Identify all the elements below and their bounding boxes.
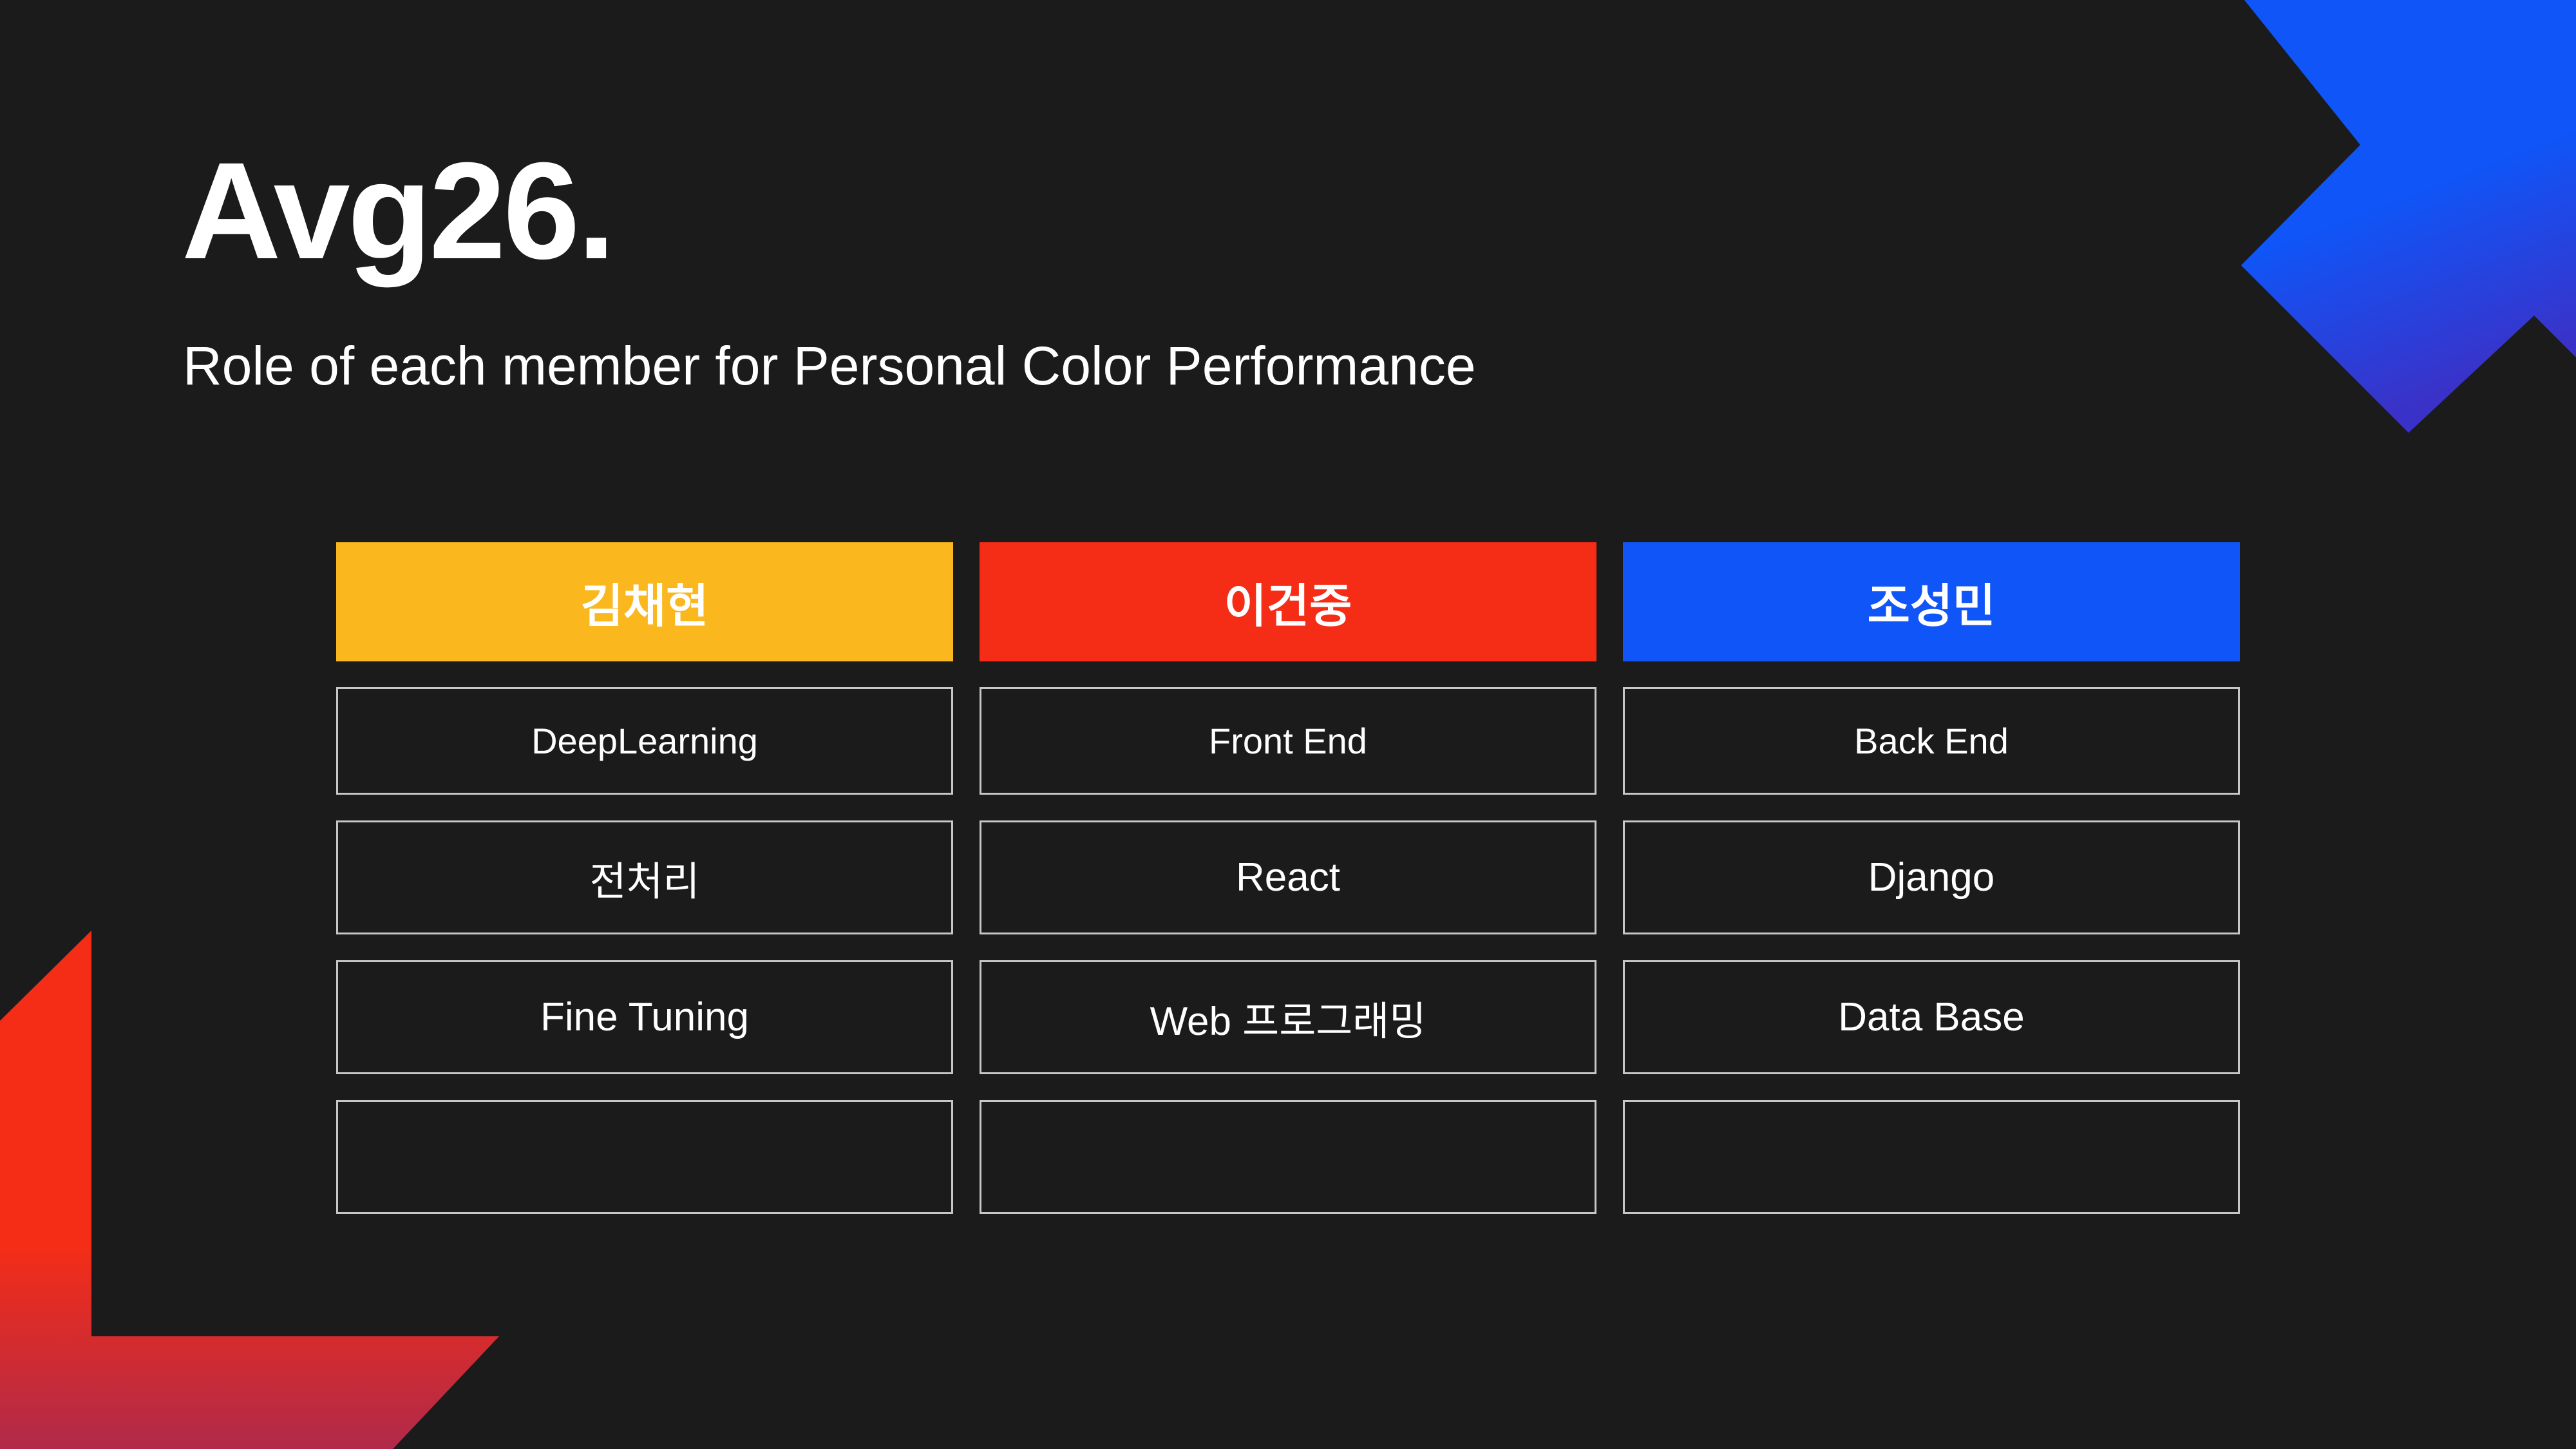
slide-subtitle: Role of each member for Personal Color P… [183, 336, 1476, 396]
member-header-lee: 이건중 [980, 542, 1596, 661]
role-cell: Data Base [1623, 960, 2240, 1074]
roles-table: 김채현 DeepLearning 전처리 Fine Tuning 이건중 Fro… [336, 542, 2240, 1214]
role-cell: DeepLearning [336, 687, 953, 795]
role-cell: React [980, 820, 1596, 934]
member-column-lee: 이건중 Front End React Web 프로그래밍 [980, 542, 1596, 1214]
slide-title: Avg26. [182, 134, 616, 288]
role-cell-empty [336, 1100, 953, 1214]
role-cell-empty [1623, 1100, 2240, 1214]
member-column-jo: 조성민 Back End Django Data Base [1623, 542, 2240, 1214]
slide: Avg26. Role of each member for Personal … [0, 0, 2576, 1449]
role-cell: Front End [980, 687, 1596, 795]
role-cell: Fine Tuning [336, 960, 953, 1074]
role-cell-empty [980, 1100, 1596, 1214]
role-cell: Back End [1623, 687, 2240, 795]
role-cell: 전처리 [336, 820, 953, 934]
role-cell: Django [1623, 820, 2240, 934]
blue-chevron-shape [2241, 0, 2576, 433]
member-column-kim: 김채현 DeepLearning 전처리 Fine Tuning [336, 542, 953, 1214]
role-cell: Web 프로그래밍 [980, 960, 1596, 1074]
member-header-kim: 김채현 [336, 542, 953, 661]
member-header-jo: 조성민 [1623, 542, 2240, 661]
